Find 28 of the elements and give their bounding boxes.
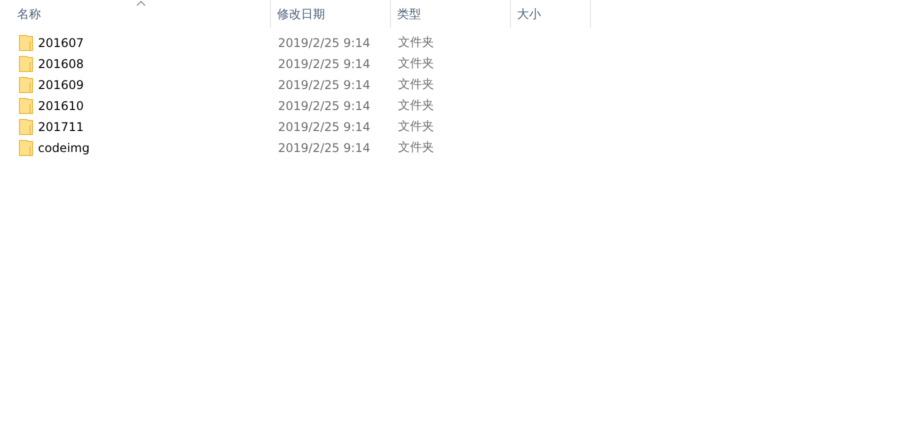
column-header[interactable]: 名称 <box>0 0 271 28</box>
modified-date: 2019/2/25 9:14 <box>278 78 370 92</box>
folder-icon <box>19 76 33 92</box>
folder-name[interactable]: 201609 <box>38 78 84 92</box>
item-type: 文件夹 <box>398 35 434 49</box>
column-header[interactable]: 修改日期 <box>271 0 391 28</box>
item-type: 文件夹 <box>398 140 434 154</box>
modified-date: 2019/2/25 9:14 <box>278 98 370 112</box>
folder-name[interactable]: codeimg <box>38 140 90 154</box>
modified-date: 2019/2/25 9:14 <box>278 140 370 154</box>
column-header[interactable]: 大小 <box>511 0 591 28</box>
modified-date: 2019/2/25 9:14 <box>278 56 370 70</box>
folder-icon <box>19 118 33 134</box>
folder-icon <box>19 98 33 114</box>
folder-name[interactable]: 201607 <box>38 36 84 50</box>
item-type: 文件夹 <box>398 119 434 133</box>
column-header[interactable]: 类型 <box>391 0 511 28</box>
folder-icon <box>19 34 33 50</box>
folder-icon <box>19 140 33 156</box>
folder-icon <box>19 56 33 72</box>
modified-date: 2019/2/25 9:14 <box>278 120 370 134</box>
folder-name[interactable]: 201711 <box>38 120 84 134</box>
item-type: 文件夹 <box>398 56 434 70</box>
item-type: 文件夹 <box>398 98 434 112</box>
modified-date: 2019/2/25 9:14 <box>278 36 370 50</box>
item-type: 文件夹 <box>398 77 434 91</box>
folder-name[interactable]: 201608 <box>38 56 84 70</box>
folder-name[interactable]: 201610 <box>38 98 84 112</box>
